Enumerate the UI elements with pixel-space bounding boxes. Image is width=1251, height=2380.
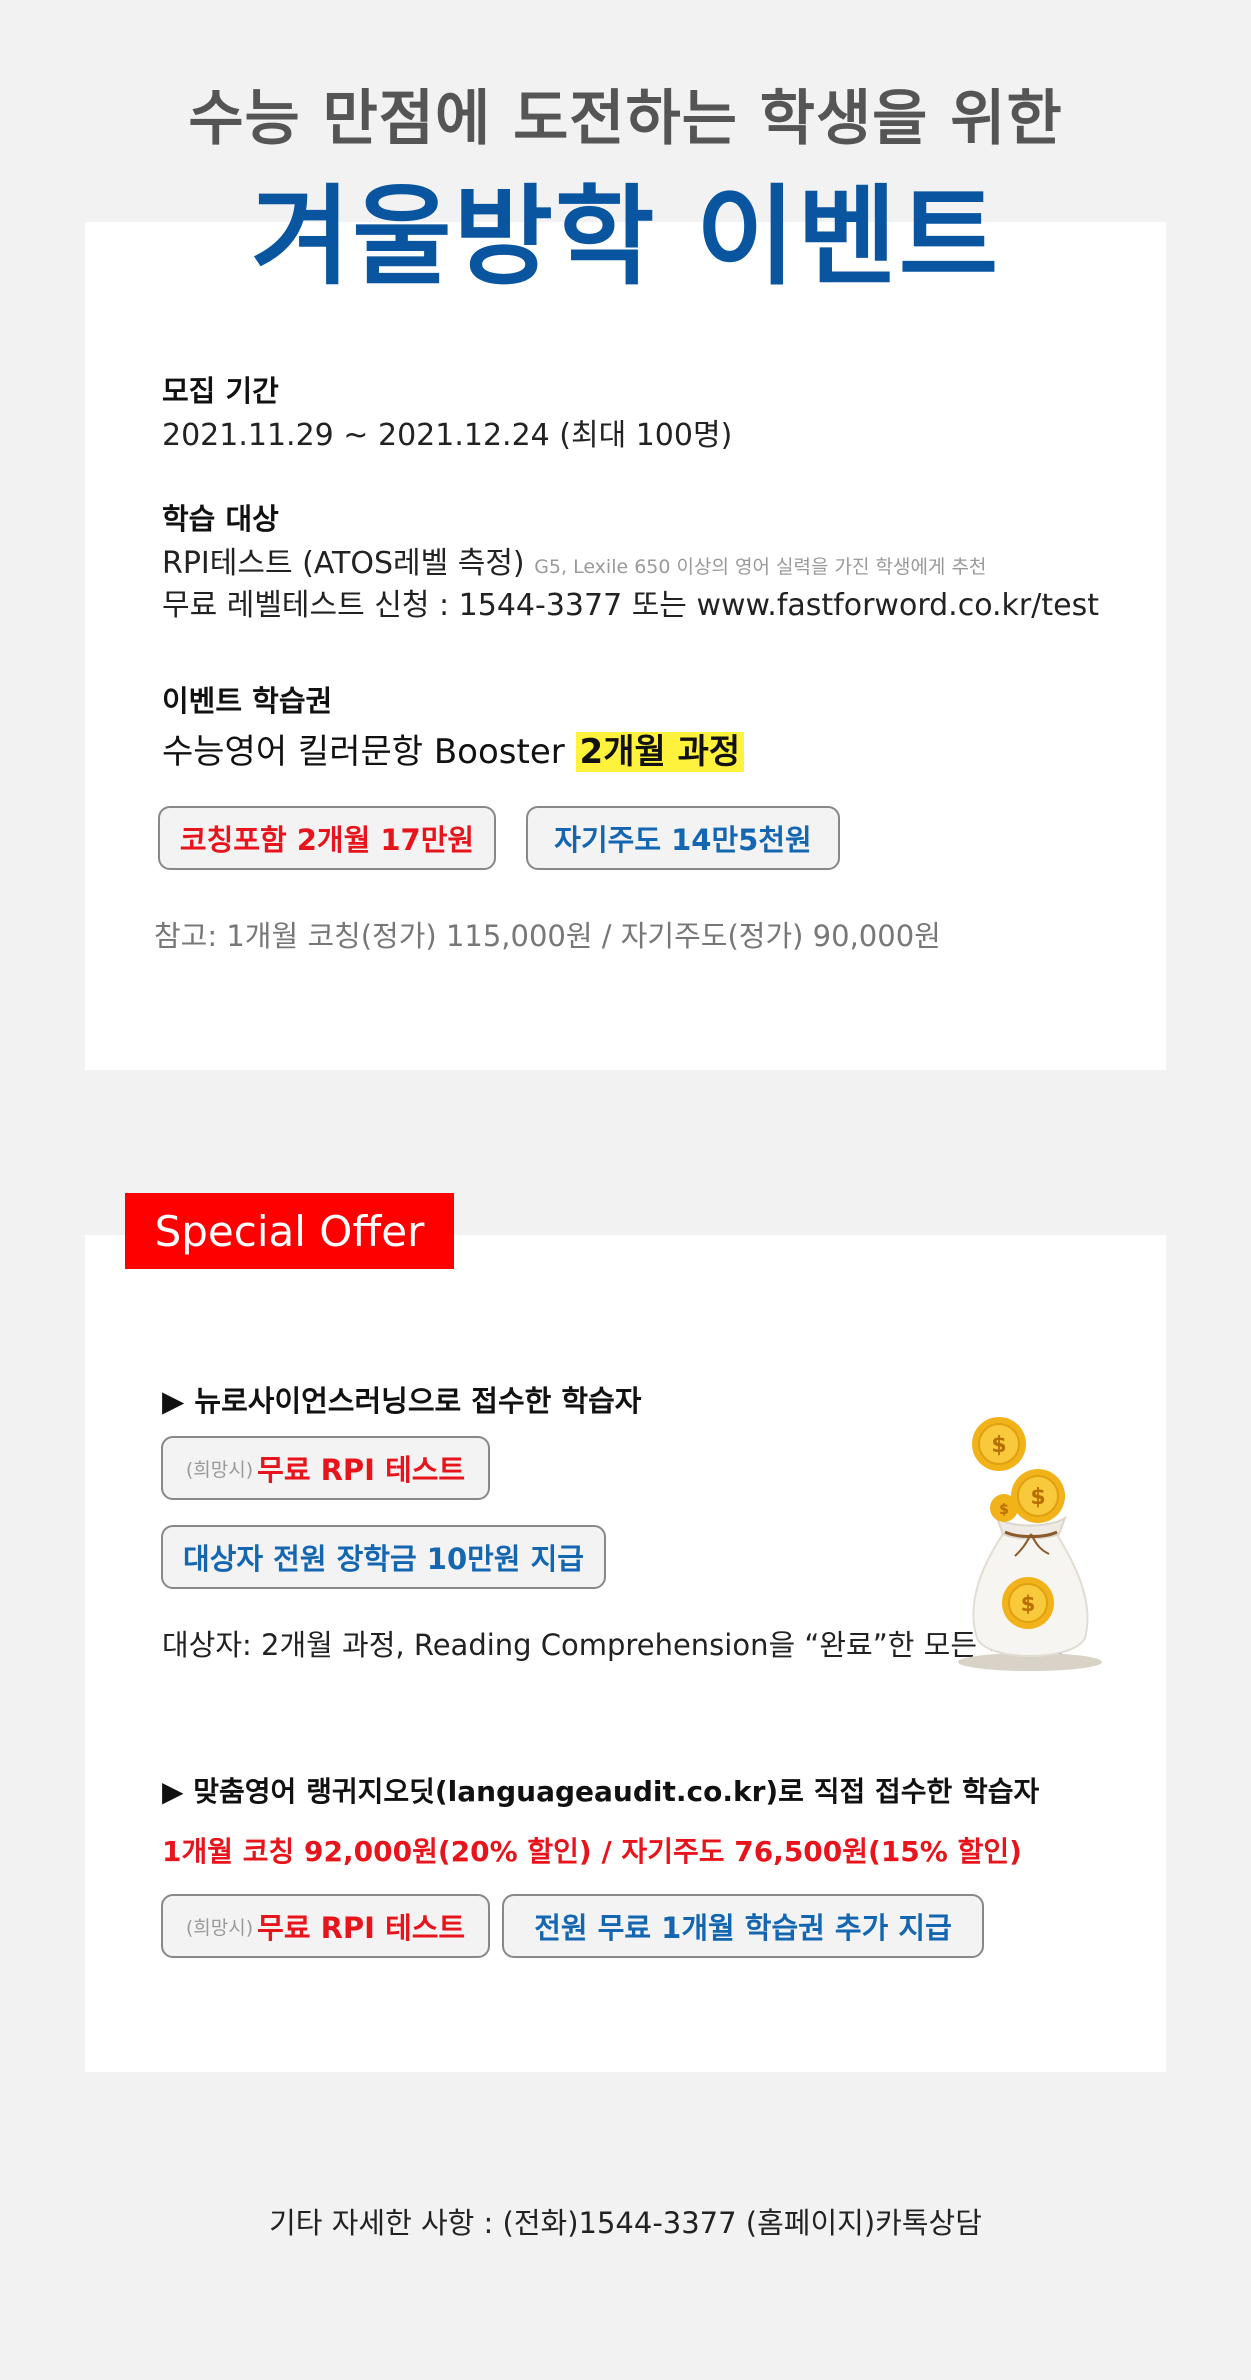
special-offer-badge: Special Offer xyxy=(125,1193,454,1269)
target-note: G5, Lexile 650 이상의 영어 실력을 가진 학생에게 추천 xyxy=(534,556,987,578)
svg-text:$: $ xyxy=(991,1433,1006,1458)
pass-course-name: 수능영어 킬러문항 Booster xyxy=(162,732,565,772)
recruit-label: 모집 기간 xyxy=(162,374,279,408)
section1-title: ▶ 뉴로사이언스러닝으로 접수한 학습자 xyxy=(162,1384,642,1418)
money-bag-icon: $ $ $ $ xyxy=(955,1410,1105,1675)
section1-note: 대상자: 2개월 과정, Reading Comprehension을 “완료”… xyxy=(162,1628,1067,1662)
recruit-value: 2021.11.29 ~ 2021.12.24 (최대 100명) xyxy=(162,418,733,453)
pass-label: 이벤트 학습권 xyxy=(162,684,333,718)
extra-pass-button[interactable]: 전원 무료 1개월 학습권 추가 지급 xyxy=(502,1894,984,1958)
svg-text:$: $ xyxy=(1021,1592,1036,1616)
free-rpi-test-button[interactable]: (희망시) 무료 RPI 테스트 xyxy=(161,1436,490,1500)
header-title: 겨울방학 이벤트 xyxy=(250,175,1001,300)
pill-label-2: 무료 RPI 테스트 xyxy=(257,1911,466,1945)
scholarship-button[interactable]: 대상자 전원 장학금 10만원 지급 xyxy=(161,1525,606,1589)
coaching-price-button[interactable]: 코칭포함 2개월 17만원 xyxy=(158,806,496,870)
price-note: 참고: 1개월 코칭(정가) 115,000원 / 자기주도(정가) 90,00… xyxy=(154,919,941,953)
target-line-2: 무료 레벨테스트 신청 : 1544-3377 또는 www.fastforwo… xyxy=(162,588,1099,623)
self-study-price-button[interactable]: 자기주도 14만5천원 xyxy=(526,806,840,870)
target-label: 학습 대상 xyxy=(162,502,279,536)
pill-prefix-2: (희망시) xyxy=(185,1916,254,1939)
section2-price: 1개월 코칭 92,000원(20% 할인) / 자기주도 76,500원(15… xyxy=(162,1835,1022,1868)
target-line-1: RPI테스트 (ATOS레벨 측정) G5, Lexile 650 이상의 영어… xyxy=(162,538,986,582)
header-subtitle: 수능 만점에 도전하는 학생을 위한 xyxy=(188,84,1063,154)
free-rpi-test-button-2[interactable]: (희망시) 무료 RPI 테스트 xyxy=(161,1894,490,1958)
pill-prefix: (희망시) xyxy=(185,1458,254,1481)
svg-text:$: $ xyxy=(999,1502,1009,1518)
section2-title: ▶ 맞춤영어 랭귀지오딧(languageaudit.co.kr)로 직접 접수… xyxy=(162,1775,1040,1808)
target-test-name: RPI테스트 (ATOS레벨 측정) xyxy=(162,546,525,581)
svg-text:$: $ xyxy=(1030,1485,1045,1510)
footer-contact: 기타 자세한 사항 : (전화)1544-3377 (홈페이지)카톡상담 xyxy=(269,2206,982,2240)
pill-label: 무료 RPI 테스트 xyxy=(257,1453,466,1487)
pass-course-highlight: 2개월 과정 xyxy=(575,732,745,772)
pass-course: 수능영어 킬러문항 Booster 2개월 과정 xyxy=(162,724,745,773)
